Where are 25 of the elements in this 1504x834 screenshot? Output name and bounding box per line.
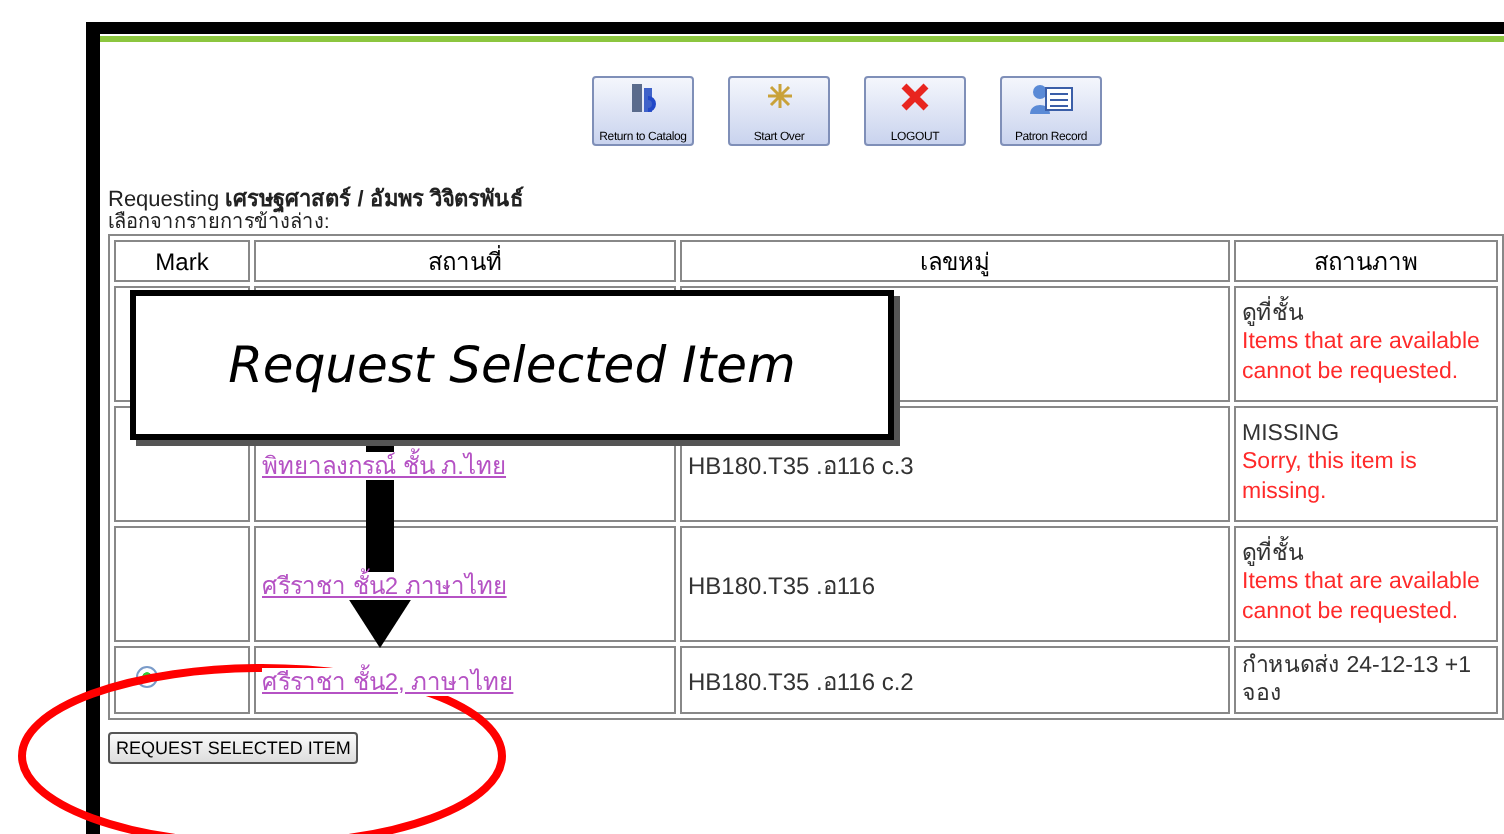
call-number: HB180.T35 .อ116 — [688, 571, 876, 599]
column-header: สถานภาพ — [1234, 240, 1498, 282]
asterisk-icon — [765, 82, 793, 110]
location-link[interactable]: ศรีราชา ชั้น2 ภาษาไทย — [262, 571, 507, 599]
location-link[interactable]: พิทยาลงกรณ์ ชั้น ภ.ไทย — [262, 451, 507, 479]
column-header: Mark — [114, 240, 250, 282]
callout-label: Request Selected Item — [130, 290, 894, 440]
books-icon — [627, 82, 659, 114]
requesting-title: Requesting เศรษฐศาสตร์ / อัมพร วิจิตรพันธ์ — [108, 188, 526, 212]
column-header: เลขหมู่ — [680, 240, 1230, 282]
status-text: ดูที่ชั้น — [1242, 540, 1490, 568]
column-header: สถานที่ — [254, 240, 676, 282]
call-number: HB180.T35 .อ116 c.3 — [688, 451, 914, 479]
close-icon — [900, 82, 930, 112]
location-link[interactable]: ศรีราชา ชั้น2, ภาษาไทย — [262, 667, 514, 695]
status-text: ดูที่ชั้น — [1242, 300, 1490, 328]
status-message: Items that are available cannot be requested. — [1242, 328, 1482, 388]
status-text: MISSING — [1242, 420, 1342, 448]
call-number: HB180.T35 .อ116 c.2 — [688, 667, 914, 695]
status-message: Items that are available cannot be requested. — [1242, 568, 1482, 628]
status-message: Sorry, this item is missing. — [1242, 448, 1419, 508]
request-selected-item-button[interactable]: REQUEST SELECTED ITEM — [108, 732, 359, 764]
instruction-text: เลือกจากรายการข้างล่าง: — [108, 212, 330, 234]
person-card-icon — [1029, 82, 1073, 114]
status-text: กำหนดส่ง 24-12-13 +1 จอง — [1242, 652, 1474, 708]
